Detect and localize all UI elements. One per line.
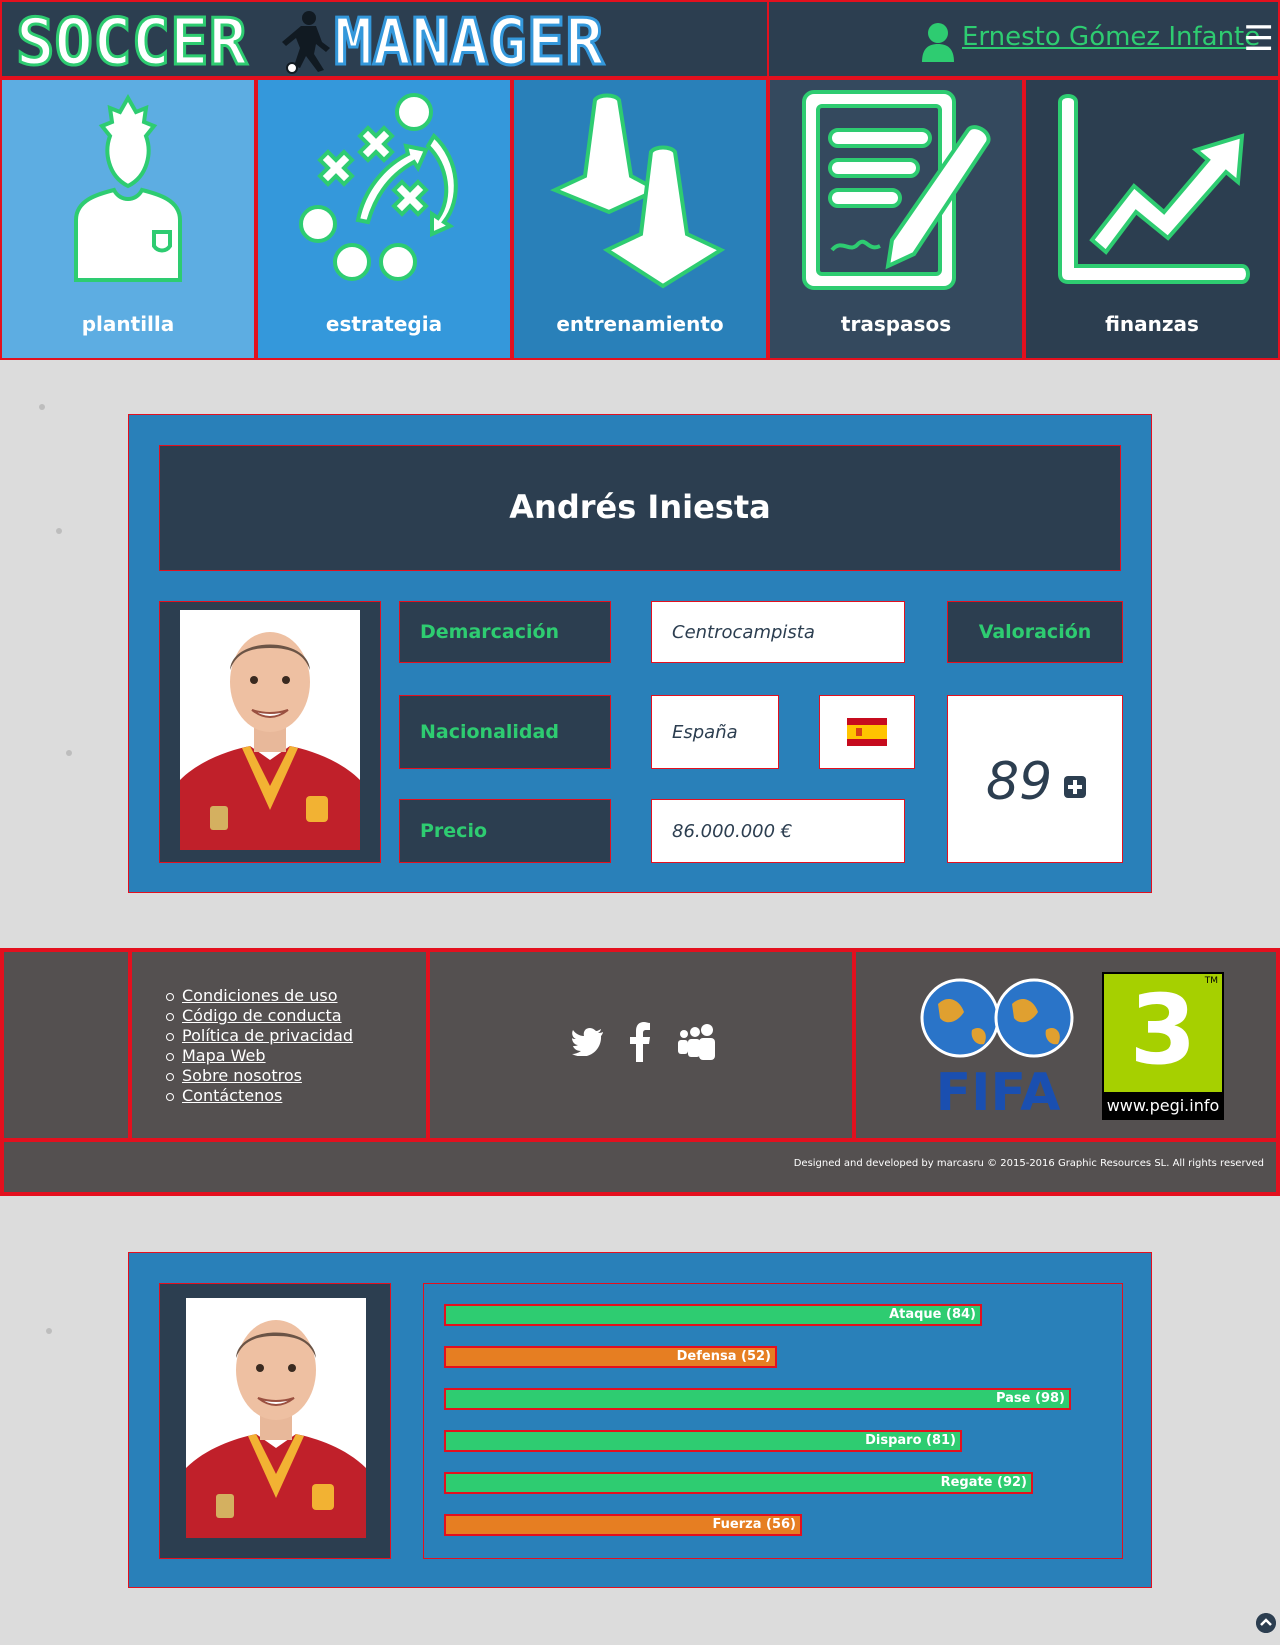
player-name: Andrés Iniesta: [509, 488, 771, 526]
contract-icon: [802, 90, 991, 290]
position-value: Centrocampista: [651, 601, 905, 663]
footer-links: Condiciones de uso Código de conducta Po…: [166, 986, 353, 1106]
stats-photo-frame: [159, 1283, 391, 1559]
footer-link-item: Política de privacidad: [166, 1026, 353, 1046]
code-of-conduct-link[interactable]: Código de conducta: [182, 1006, 342, 1025]
footer-link-item: Código de conducta: [166, 1006, 353, 1026]
player-portrait-icon: [180, 610, 360, 850]
position-label: Demarcación: [399, 601, 611, 663]
footer-credits-bar: Designed and developed by marcasru © 201…: [2, 1140, 1278, 1194]
decorative-dot: [66, 750, 72, 756]
footer-link-item: Condiciones de uso: [166, 986, 353, 1006]
soccer-manager-logo[interactable]: SOCCER MANAGER: [16, 8, 666, 74]
decorative-dot: [39, 404, 45, 410]
rating-label: Valoración: [947, 601, 1123, 663]
terms-link[interactable]: Condiciones de uso: [182, 986, 338, 1005]
tile-label: plantilla: [81, 312, 175, 336]
privacy-policy-link[interactable]: Política de privacidad: [182, 1026, 353, 1045]
player-photo: [180, 610, 360, 850]
player-name-box: Andrés Iniesta: [159, 445, 1121, 571]
myspace-icon[interactable]: [676, 1024, 716, 1060]
pegi-logo: 3 TM www.pegi.info: [1102, 972, 1224, 1120]
spain-flag-icon: [847, 718, 887, 746]
hamburger-menu-icon[interactable]: ☰: [1244, 22, 1274, 56]
rating-box: 89: [947, 695, 1123, 863]
top-bar: SOCCER MANAGER Ernesto Gómez Infante ☰: [0, 0, 1280, 78]
fifa-text: FIFA: [936, 1063, 1061, 1114]
tile-traspasos[interactable]: traspasos: [768, 78, 1024, 360]
cones-icon: [550, 93, 726, 289]
footer-link-item: Contáctenos: [166, 1086, 353, 1106]
stats-card: Ataque (84) Defensa (52) Pase (98) Dispa…: [128, 1252, 1152, 1588]
tile-entrenamiento[interactable]: entrenamiento: [512, 78, 768, 360]
nationality-label: Nacionalidad: [399, 695, 611, 769]
about-us-link[interactable]: Sobre nosotros: [182, 1066, 302, 1085]
player-card: Andrés Iniesta Demarcación Centrocampist…: [128, 414, 1152, 893]
player-icon: [74, 93, 182, 282]
tile-label: finanzas: [1105, 312, 1199, 336]
logo-text-left: SOCCER: [16, 8, 248, 74]
skill-bar-defensa: Defensa (52): [444, 1346, 777, 1368]
footer-spacer-cell: [2, 950, 130, 1140]
stats-player-photo: [186, 1298, 366, 1538]
user-name-link[interactable]: Ernesto Gómez Infante: [962, 22, 1269, 52]
skill-bar-ataque: Ataque (84): [444, 1304, 982, 1326]
footer-social-cell: [428, 950, 854, 1140]
flag-box: [819, 695, 915, 769]
skills-bars: Ataque (84) Defensa (52) Pase (98) Dispa…: [423, 1283, 1123, 1559]
decorative-dot: [46, 1328, 52, 1334]
tile-plantilla[interactable]: plantilla: [0, 78, 256, 360]
footer: Condiciones de uso Código de conducta Po…: [0, 948, 1280, 1196]
footer-logos-cell: FIFA 3 TM www.pegi.info: [854, 950, 1278, 1140]
price-value: 86.000.000 €: [651, 799, 905, 863]
nationality-value: España: [651, 695, 779, 769]
logo-text-right: MANAGER: [334, 8, 604, 74]
user-icon: [922, 23, 954, 62]
plus-icon[interactable]: [1064, 776, 1086, 798]
tile-label: traspasos: [840, 312, 952, 336]
user-cell: Ernesto Gómez Infante ☰: [767, 0, 1280, 78]
skill-bar-pase: Pase (98): [444, 1388, 1071, 1410]
facebook-icon[interactable]: [630, 1022, 650, 1062]
scroll-to-top-icon[interactable]: [1256, 1613, 1276, 1633]
chart-icon: [1058, 94, 1250, 284]
tile-label: estrategia: [325, 312, 443, 336]
pegi-number: 3: [1129, 974, 1197, 1086]
skill-bar-disparo: Disparo (81): [444, 1430, 962, 1452]
player-photo-frame: [159, 601, 381, 863]
tile-estrategia[interactable]: estrategia: [256, 78, 512, 360]
decorative-dot: [56, 528, 62, 534]
twitter-icon[interactable]: [572, 1028, 604, 1056]
logo-cell: SOCCER MANAGER: [0, 0, 769, 78]
kicker-icon: [282, 11, 330, 74]
footer-links-cell: Condiciones de uso Código de conducta Po…: [130, 950, 428, 1140]
credits-text: Designed and developed by marcasru © 201…: [793, 1158, 1264, 1169]
skill-bar-regate: Regate (92): [444, 1472, 1033, 1494]
fifa-logo: FIFA: [920, 978, 1074, 1114]
player-portrait-icon: [186, 1298, 366, 1538]
footer-link-item: Sobre nosotros: [166, 1066, 353, 1086]
pegi-url: www.pegi.info: [1106, 1096, 1220, 1115]
sitemap-link[interactable]: Mapa Web: [182, 1046, 266, 1065]
tactics-icon: [299, 93, 458, 281]
pegi-tm: TM: [1204, 976, 1218, 986]
skill-bar-fuerza: Fuerza (56): [444, 1514, 802, 1536]
rating-value: 89: [986, 752, 1053, 812]
price-label: Precio: [399, 799, 611, 863]
tile-label: entrenamiento: [556, 312, 724, 336]
contact-link[interactable]: Contáctenos: [182, 1086, 282, 1105]
pegi-rating-box: 3 TM: [1104, 974, 1222, 1092]
footer-link-item: Mapa Web: [166, 1046, 353, 1066]
tile-finanzas[interactable]: finanzas: [1024, 78, 1280, 360]
